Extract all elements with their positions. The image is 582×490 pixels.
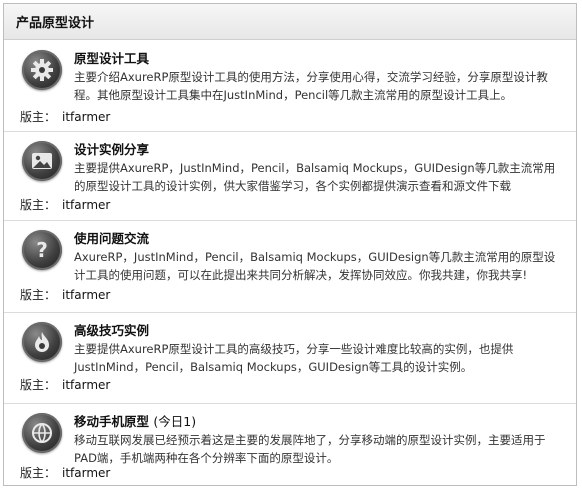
forum-title-link[interactable]: 高级技巧实例 [74, 323, 149, 338]
flame-icon[interactable] [22, 322, 62, 362]
forum-description: AxureRP，JustInMind，Pencil，Balsamiq Mocku… [74, 250, 556, 282]
forum-item-advanced-tips: 高级技巧实例 主要提供AxureRP原型设计工具的高级技巧，分享一些设计难度比较… [4, 312, 576, 404]
forum-description: 移动互联网发展已经预示着这是主要的发展阵地了，分享移动端的原型设计实例，主要适用… [74, 433, 546, 465]
forum-category-panel: 产品原型设计 原型设计工具 主要介绍AxureRP原型设计工具的使用方法，分享使… [3, 3, 577, 486]
moderator-line: 版主： itfarmer [20, 197, 110, 213]
forum-title-link[interactable]: 设计实例分享 [74, 142, 149, 157]
moderator-line: 版主： itfarmer [20, 287, 110, 303]
moderator-label: 版主： [20, 378, 57, 392]
moderator-label: 版主： [20, 198, 57, 212]
forum-title-link[interactable]: 使用问题交流 [74, 231, 149, 246]
forum-title-link[interactable]: 移动手机原型 [74, 414, 149, 429]
moderator-link[interactable]: itfarmer [62, 466, 110, 480]
picture-icon[interactable] [22, 141, 62, 181]
moderator-label: 版主： [20, 288, 57, 302]
moderator-link[interactable]: itfarmer [62, 110, 110, 124]
svg-text:?: ? [36, 238, 48, 262]
category-title[interactable]: 产品原型设计 [4, 4, 576, 40]
question-icon[interactable]: ? [22, 230, 62, 270]
forum-description: 主要提供AxureRP，JustInMind，Pencil，Balsamiq M… [74, 161, 556, 193]
moderator-link[interactable]: itfarmer [62, 288, 110, 302]
forum-description: 主要提供AxureRP原型设计工具的高级技巧，分享一些设计难度比较高的实例，也提… [74, 342, 514, 374]
mobile-globe-icon[interactable] [22, 413, 62, 453]
moderator-label: 版主： [20, 110, 57, 124]
moderator-link[interactable]: itfarmer [62, 378, 110, 392]
moderator-label: 版主： [20, 466, 57, 480]
today-post-count: (今日1) [153, 414, 197, 429]
forum-title-link[interactable]: 原型设计工具 [74, 51, 149, 66]
moderator-line: 版主： itfarmer [20, 109, 110, 125]
gear-icon[interactable] [22, 50, 62, 90]
forum-item-design-examples: 设计实例分享 主要提供AxureRP，JustInMind，Pencil，Bal… [4, 131, 576, 221]
forum-item-prototype-tools: 原型设计工具 主要介绍AxureRP原型设计工具的使用方法，分享使用心得，交流学… [4, 40, 576, 132]
moderator-line: 版主： itfarmer [20, 377, 110, 393]
moderator-link[interactable]: itfarmer [62, 198, 110, 212]
forum-description: 主要介绍AxureRP原型设计工具的使用方法，分享使用心得，交流学习经验，分享原… [74, 70, 548, 102]
moderator-line: 版主： itfarmer [20, 465, 110, 481]
forum-item-usage-questions: ? 使用问题交流 AxureRP，JustInMind，Pencil，Balsa… [4, 220, 576, 313]
forum-item-mobile-prototype: 移动手机原型 (今日1) 移动互联网发展已经预示着这是主要的发展阵地了，分享移动… [4, 403, 576, 485]
